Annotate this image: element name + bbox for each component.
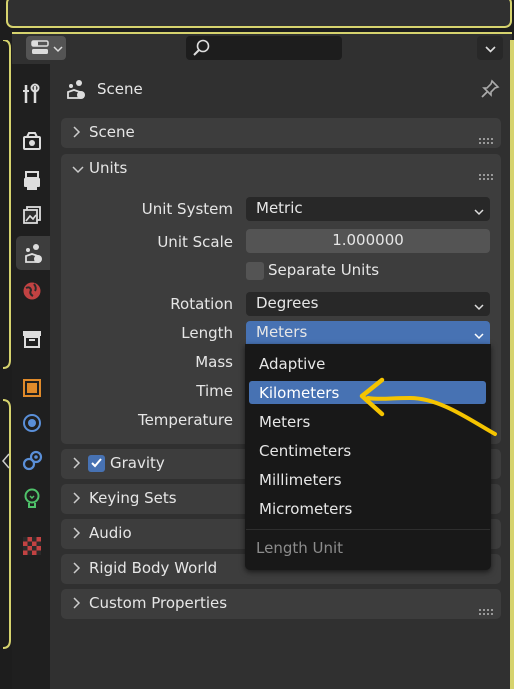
object-icon[interactable] (18, 374, 46, 402)
checkmark-icon (90, 455, 103, 473)
pin-icon[interactable] (480, 79, 500, 103)
panel-header-custom-properties[interactable]: Custom Properties (61, 589, 501, 619)
unit-system-value: Metric (256, 199, 303, 217)
area-border (0, 40, 12, 689)
chevron-right-icon (71, 595, 81, 615)
panel-title: Audio (89, 524, 132, 542)
scene-tab[interactable] (16, 236, 50, 270)
properties-editor-icon (31, 40, 49, 60)
world-icon[interactable] (18, 277, 46, 305)
unit-scale-label: Unit Scale (157, 233, 233, 251)
separate-units-label: Separate Units (268, 261, 380, 279)
unit-scale-value: 1.000000 (332, 231, 404, 249)
search-icon (192, 39, 212, 61)
drag-handle-icon[interactable] (479, 166, 493, 184)
scene-icon (22, 242, 44, 268)
menu-title: Length Unit (256, 539, 344, 557)
panel-title: Custom Properties (89, 594, 228, 612)
temperature-label: Temperature (137, 411, 233, 429)
rotation-dropdown[interactable]: Degrees (246, 292, 490, 316)
options-dropdown[interactable] (477, 36, 503, 60)
panel-header-scene[interactable]: Scene (61, 118, 501, 148)
render-icon[interactable] (18, 127, 46, 155)
time-label: Time (196, 382, 233, 400)
panel-title: Units (89, 159, 128, 177)
scene-icon (64, 78, 88, 104)
context-title: Scene (97, 80, 143, 98)
output-icon[interactable] (18, 166, 46, 194)
panel-title: Keying Sets (89, 489, 177, 507)
chevron-down-icon (474, 327, 484, 345)
tool-icon[interactable] (18, 80, 46, 108)
chevron-down-icon (53, 41, 63, 59)
chevron-down-icon (474, 298, 484, 316)
gravity-checkbox[interactable] (88, 455, 105, 472)
panel-title: Rigid Body World (89, 559, 218, 577)
menu-item-centimeters[interactable]: Centimeters (259, 442, 479, 460)
chevron-right-icon (71, 560, 81, 580)
unit-scale-field[interactable]: 1.000000 (246, 229, 490, 253)
separate-units-checkbox[interactable] (246, 262, 264, 280)
menu-separator (246, 529, 490, 530)
panel-header-units[interactable]: Units (61, 154, 501, 184)
editor-type-button[interactable] (26, 36, 66, 60)
chevron-right-icon (71, 455, 81, 475)
texture-icon[interactable] (18, 532, 46, 560)
unit-system-dropdown[interactable]: Metric (246, 197, 490, 221)
length-dropdown[interactable]: Meters (246, 321, 490, 345)
drag-handle-icon[interactable] (479, 601, 493, 619)
chevron-down-icon (474, 203, 484, 221)
length-value: Meters (256, 323, 308, 341)
search-input[interactable] (186, 36, 342, 60)
chevron-right-icon (71, 124, 81, 144)
rotation-value: Degrees (256, 294, 319, 312)
menu-item-micrometers[interactable]: Micrometers (259, 500, 479, 518)
upper-editor-area (6, 0, 512, 28)
length-label: Length (181, 324, 233, 342)
area-border-right (510, 40, 514, 689)
panel-title: Scene (89, 123, 135, 141)
unit-system-label: Unit System (141, 200, 233, 218)
chevron-down-icon (485, 42, 496, 60)
panel-title: Gravity (110, 454, 165, 472)
view-layer-icon[interactable] (18, 201, 46, 229)
drag-handle-icon[interactable] (479, 130, 493, 148)
rotation-label: Rotation (170, 295, 233, 313)
chevron-down-icon (71, 162, 85, 180)
chevron-right-icon (71, 525, 81, 545)
mass-label: Mass (195, 353, 233, 371)
annotation-arrow-icon (359, 377, 497, 436)
constraints-icon[interactable] (18, 447, 46, 475)
chevron-right-icon (71, 490, 81, 510)
menu-item-millimeters[interactable]: Millimeters (259, 471, 479, 489)
physics-icon[interactable] (18, 409, 46, 437)
data-icon[interactable] (18, 484, 46, 512)
collection-icon[interactable] (18, 325, 46, 353)
